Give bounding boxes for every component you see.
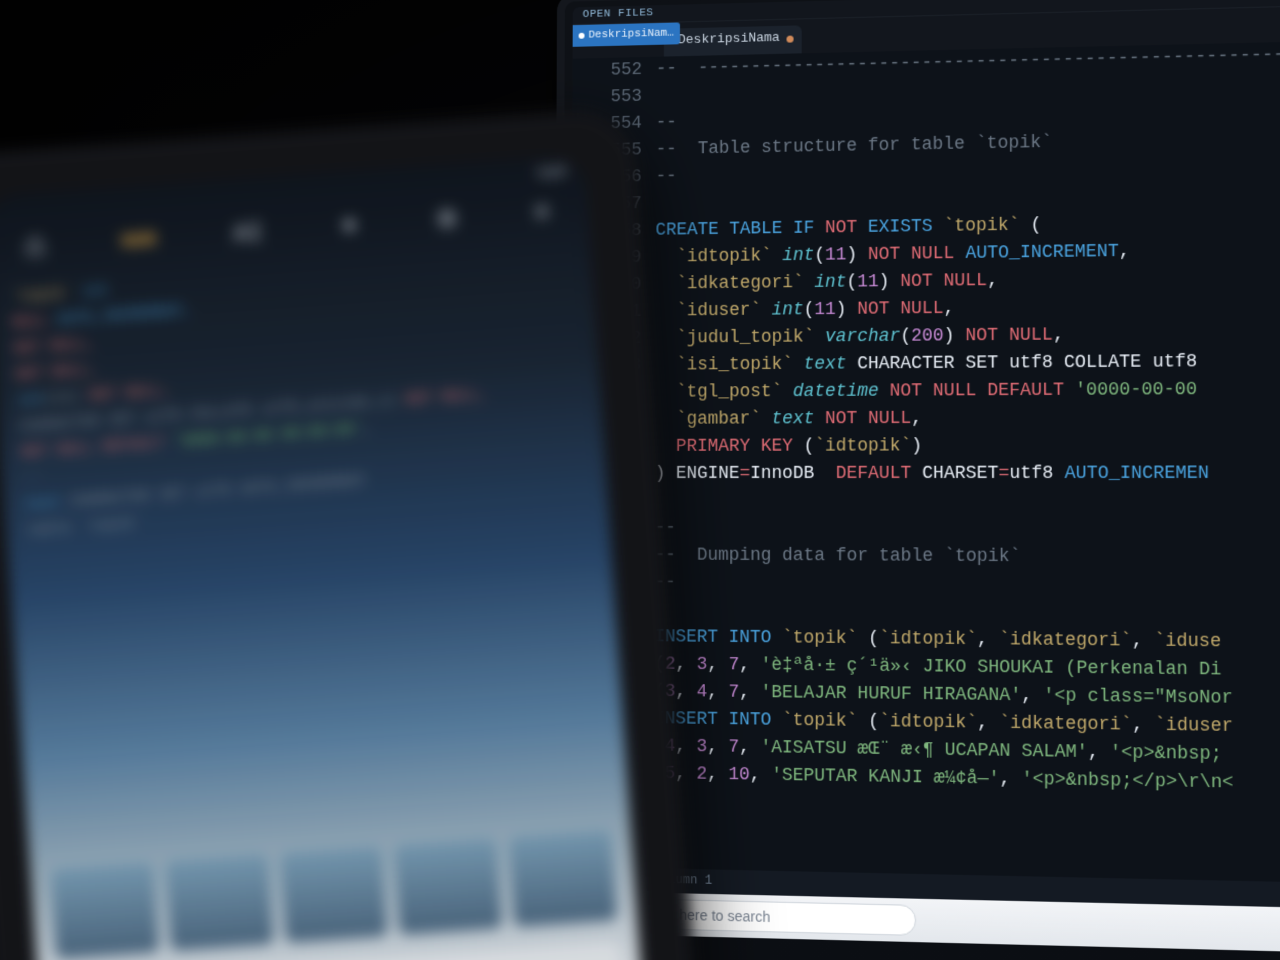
toolbar-icon[interactable]: ⚙: [435, 204, 459, 235]
tab-unsaved-dot-icon: [787, 36, 794, 43]
toolbar-icon[interactable]: ⎙: [25, 234, 46, 263]
tab-label: DeskripsiNama: [678, 30, 780, 47]
code-content[interactable]: -- -------------------------------------…: [654, 37, 1280, 886]
phone-screen: topik ⎙ HDR AI ✦ ⚙ ≡ `topik` intNULL AUT…: [0, 154, 647, 960]
toolbar-icon[interactable]: AI: [233, 220, 264, 249]
phone-code-preview: `topik` intNULL AUTO_INCREMENT,NOT NULL,…: [0, 236, 608, 545]
phone-thumbnail-strip: [50, 830, 617, 959]
phone: topik ⎙ HDR AI ✦ ⚙ ≡ `topik` intNULL AUT…: [0, 107, 706, 960]
open-file-label: DeskripsiNam…: [588, 28, 673, 42]
menu-icon[interactable]: ≡: [534, 199, 550, 227]
unsaved-dot-icon: [579, 33, 585, 39]
toolbar-icon[interactable]: ✦: [338, 211, 360, 242]
hdr-badge[interactable]: HDR: [121, 230, 158, 252]
phone-body: topik ⎙ HDR AI ✦ ⚙ ≡ `topik` intNULL AUT…: [0, 107, 706, 960]
tab-deskripsinama[interactable]: DeskripsiNama: [664, 25, 802, 56]
open-file-item[interactable]: DeskripsiNam…: [573, 22, 680, 46]
